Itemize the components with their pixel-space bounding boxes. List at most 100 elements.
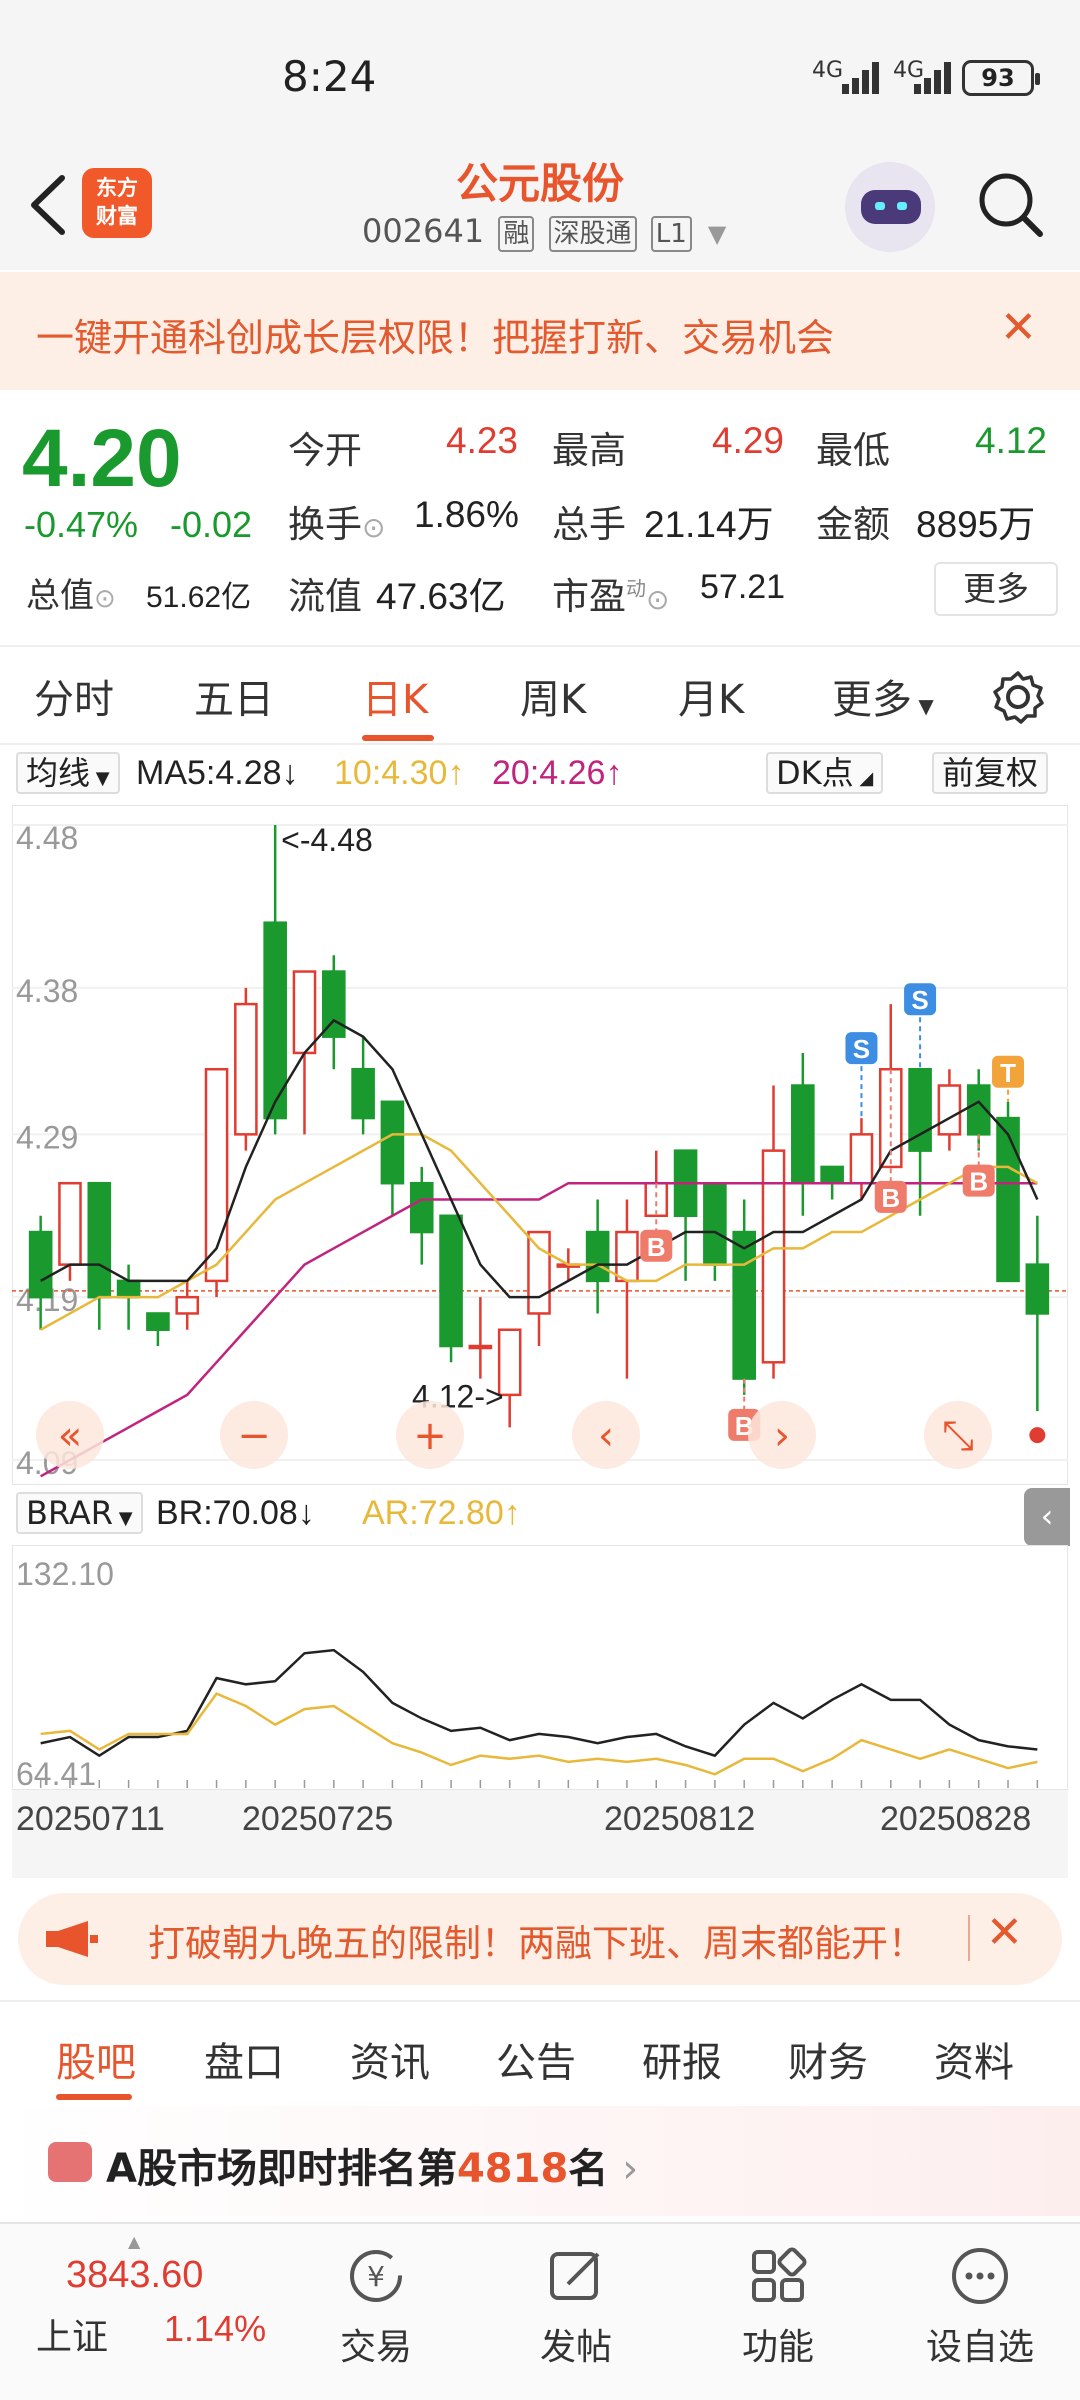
chevron-right-icon: ›: [622, 2146, 639, 2192]
margin-tag: 融: [498, 216, 535, 252]
caret-down-icon: ▼: [912, 694, 934, 718]
collapse-panel-icon[interactable]: ‹: [1024, 1488, 1070, 1546]
info-tabs: 股吧 盘口 资讯 公告 研报 财务 资料: [0, 2000, 1080, 2104]
kline-chart[interactable]: 4.484.384.294.194.09BBSBSBT<-4.484.12->«…: [12, 805, 1068, 1485]
clock: 8:24: [282, 52, 377, 101]
rank-text: A股市场即时排名第4818名 ›: [106, 2146, 639, 2192]
volume-label: 总手: [552, 503, 626, 546]
nav-functions[interactable]: 功能: [708, 2244, 848, 2370]
active-tab-indicator: [362, 735, 434, 741]
pe-label: 市盈动⊙: [552, 575, 670, 618]
tab-news[interactable]: 资讯: [350, 2030, 430, 2088]
float-value: 47.63亿: [376, 576, 506, 617]
trade-icon: ¥: [350, 2250, 402, 2302]
last-price: 4.20: [22, 413, 182, 504]
chevron-down-icon[interactable]: ▼: [708, 220, 726, 248]
tab-announcements[interactable]: 公告: [496, 2030, 576, 2088]
index-name: 上证: [36, 2317, 109, 2358]
candle-body: [703, 1181, 727, 1266]
volume-value: 21.14万: [644, 504, 774, 545]
amount-label: 金额: [816, 503, 890, 546]
more-quote-button[interactable]: 更多: [934, 562, 1058, 616]
tab-forum[interactable]: 股吧: [56, 2030, 136, 2088]
open-value: 4.23: [446, 420, 519, 461]
signal-label: S: [911, 985, 928, 1015]
stock-code: 002641: [362, 212, 485, 250]
signal-label: T: [1000, 1058, 1016, 1088]
assistant-robot-icon[interactable]: [845, 162, 935, 252]
candle-body: [468, 1344, 493, 1350]
tab-five-day[interactable]: 五日: [194, 667, 274, 725]
gear-icon[interactable]: [990, 669, 1046, 725]
candle-body: [1025, 1263, 1050, 1315]
signal-label: B: [647, 1232, 666, 1262]
zoom-in-icon-glyph: +: [413, 1413, 447, 1459]
tab-daily-k[interactable]: 日K: [362, 667, 428, 725]
date-label: 20250711: [16, 1800, 165, 1838]
promo-banner-2[interactable]: 打破朝九晚五的限制！两融下班、周末都能开！ ✕: [18, 1893, 1062, 1985]
index-change: 1.14%: [164, 2308, 267, 2349]
tab-monthly-k[interactable]: 月K: [678, 667, 744, 725]
sub-indicator-selector[interactable]: BRAR ▼: [16, 1492, 143, 1534]
dk-point-button[interactable]: DK点 ◢: [766, 752, 884, 794]
megaphone-icon: [46, 1921, 98, 1957]
signal-icon-2: [900, 58, 952, 94]
date-label: 20250725: [242, 1800, 394, 1838]
signal-icon-1: [830, 58, 882, 94]
info-icon: ⊙: [362, 511, 386, 544]
high-value: 4.29: [712, 420, 785, 461]
promo-banner[interactable]: 一键开通科创成长层权限！把握打新、交易机会 ✕: [0, 272, 1080, 390]
tab-financials[interactable]: 财务: [788, 2030, 868, 2088]
fullscreen-icon-glyph: ⤡: [942, 1413, 974, 1459]
date-axis: 20250711 20250725 20250812 20250828: [12, 1790, 1068, 1878]
brar-legend-row: BRAR ▼ BR:70.08↓ AR:72.80↑ ‹: [0, 1488, 1080, 1546]
info-icon: ⊙: [94, 584, 116, 614]
candle-body: [732, 1230, 757, 1380]
nav-add-watchlist[interactable]: 设自选: [910, 2244, 1050, 2370]
tab-more[interactable]: 更多 ▼: [832, 667, 934, 725]
tab-research[interactable]: 研报: [642, 2030, 722, 2088]
candle-body: [820, 1165, 844, 1185]
collapse-up-icon[interactable]: ▲: [128, 2232, 140, 2251]
y-tick-label: 4.38: [16, 973, 78, 1009]
zoom-out-icon-glyph: −: [237, 1413, 271, 1459]
tab-profile[interactable]: 资料: [934, 2030, 1014, 2088]
stock-code-row[interactable]: 002641 融 深股通 L1 ▼: [362, 212, 726, 252]
period-tabs: 分时 五日 日K 周K 月K 更多 ▼: [0, 645, 1080, 745]
nav-trade[interactable]: ¥ 交易: [306, 2244, 446, 2370]
scroll-left-icon-glyph: ‹: [598, 1413, 614, 1459]
turnover-label: 换手⊙: [288, 503, 386, 546]
index-value[interactable]: 3843.60: [66, 2254, 203, 2297]
close-icon[interactable]: ✕: [1000, 302, 1037, 353]
y-max-label: 132.10: [16, 1556, 114, 1592]
close-icon[interactable]: ✕: [986, 1907, 1023, 1958]
adjust-button[interactable]: 前复权: [932, 752, 1049, 794]
candle-body: [146, 1312, 170, 1331]
level-tag: L1: [650, 216, 692, 252]
candle-body: [234, 1002, 258, 1136]
nav-post[interactable]: 发帖: [506, 2244, 646, 2370]
promo2-text: 打破朝九晚五的限制！两融下班、周末都能开！: [148, 1922, 925, 1965]
promo-text: 一键开通科创成长层权限！把握打新、交易机会: [36, 316, 835, 360]
indicator-selector[interactable]: 均线 ▼: [16, 752, 120, 794]
app-root: { "status_bar": { "time": "8:24", "net1"…: [0, 0, 1080, 2400]
tab-orderbook[interactable]: 盘口: [204, 2030, 284, 2088]
tab-intraday[interactable]: 分时: [34, 667, 114, 725]
high-note: <-4.48: [281, 822, 373, 858]
status-bar: 8:24 4G 4G 93: [0, 0, 1080, 150]
mktcap-label: 总值⊙: [26, 576, 116, 616]
ma5-value: MA5:4.28↓: [136, 754, 299, 792]
scroll-right-icon-glyph: ›: [774, 1413, 790, 1459]
amount-value: 8895万: [916, 504, 1036, 545]
br-value: BR:70.08↓: [156, 1494, 315, 1532]
candle-body: [87, 1181, 112, 1299]
rank-row[interactable]: A股市场即时排名第4818名 ›: [0, 2106, 1080, 2216]
active-tab-indicator: [56, 2094, 132, 2100]
search-icon[interactable]: [976, 170, 1046, 240]
bottom-nav: ▲ 3843.60 上证 1.14% ¥ 交易 发帖 功能 设自选: [0, 2222, 1080, 2400]
candle-body: [585, 1230, 610, 1283]
tab-weekly-k[interactable]: 周K: [520, 667, 586, 725]
grid-icon: [752, 2247, 807, 2302]
brar-chart[interactable]: 132.10 64.41: [12, 1545, 1068, 1790]
candle-body: [116, 1279, 141, 1299]
